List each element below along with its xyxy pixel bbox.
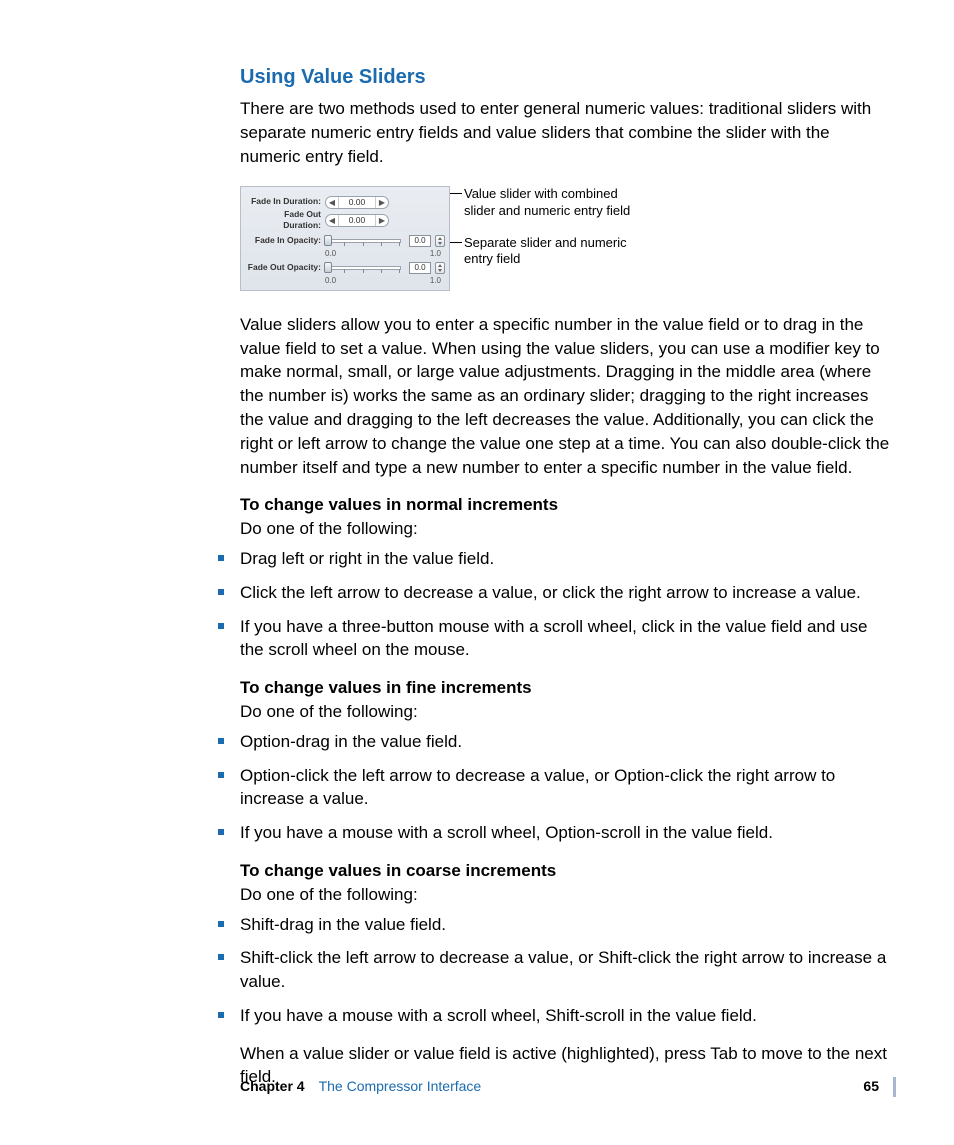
explanation-paragraph: Value sliders allow you to enter a speci…	[240, 313, 894, 480]
fade-out-duration-value[interactable]: 0.00	[338, 215, 376, 226]
figure-row: Fade In Duration: ◀ 0.00 ▶ Fade Out Dura…	[240, 186, 894, 290]
figure-callouts: Value slider with combined slider and nu…	[464, 186, 634, 277]
list-item: Click the left arrow to decrease a value…	[218, 581, 894, 605]
scale-max: 1.0	[430, 248, 441, 259]
slider-panel-figure: Fade In Duration: ◀ 0.00 ▶ Fade Out Dura…	[240, 186, 450, 290]
list-item: If you have a three-button mouse with a …	[218, 615, 894, 663]
callout-2-text: Separate slider and numeric entry field	[464, 235, 634, 268]
fine-increments-sub: Do one of the following:	[240, 702, 418, 721]
footer-chapter: Chapter 4	[240, 1077, 305, 1097]
coarse-increments-list: Shift-drag in the value field. Shift-cli…	[240, 913, 894, 1028]
arrow-right-icon[interactable]: ▶	[376, 197, 388, 208]
fade-in-duration-value-slider[interactable]: ◀ 0.00 ▶	[325, 196, 389, 209]
fade-out-opacity-label: Fade Out Opacity:	[245, 260, 325, 274]
fade-out-opacity-field[interactable]: 0.0	[409, 262, 431, 274]
fine-increments-list: Option-drag in the value field. Option-c…	[240, 730, 894, 845]
fade-out-opacity-slider[interactable]	[325, 266, 401, 270]
list-item: If you have a mouse with a scroll wheel,…	[218, 821, 894, 845]
footer-page-number: 65	[863, 1077, 879, 1097]
list-item: Shift-drag in the value field.	[218, 913, 894, 937]
fade-in-duration-value[interactable]: 0.00	[338, 197, 376, 208]
fade-in-opacity-slider[interactable]	[325, 239, 401, 243]
fade-in-opacity-stepper[interactable]	[435, 235, 445, 247]
list-item: If you have a mouse with a scroll wheel,…	[218, 1004, 894, 1028]
fade-out-opacity-stepper[interactable]	[435, 262, 445, 274]
slider-thumb-icon[interactable]	[324, 262, 332, 273]
fade-out-duration-value-slider[interactable]: ◀ 0.00 ▶	[325, 214, 389, 227]
slider-thumb-icon[interactable]	[324, 235, 332, 246]
intro-paragraph: There are two methods used to enter gene…	[240, 97, 894, 168]
footer-title: The Compressor Interface	[319, 1077, 482, 1097]
normal-increments-list: Drag left or right in the value field. C…	[240, 547, 894, 662]
arrow-left-icon[interactable]: ◀	[326, 197, 338, 208]
fade-out-duration-label: Fade Out Duration:	[245, 209, 325, 233]
callout-leader-line-icon	[450, 193, 462, 194]
coarse-increments-sub: Do one of the following:	[240, 885, 418, 904]
coarse-increments-heading: To change values in coarse increments	[240, 861, 556, 880]
scale-min: 0.0	[325, 275, 336, 286]
callout-leader-line-icon	[450, 242, 462, 243]
scale-max: 1.0	[430, 275, 441, 286]
scale-min: 0.0	[325, 248, 336, 259]
list-item: Option-click the left arrow to decrease …	[218, 764, 894, 812]
fade-in-opacity-field[interactable]: 0.0	[409, 235, 431, 247]
fade-in-opacity-label: Fade In Opacity:	[245, 233, 325, 247]
normal-increments-heading: To change values in normal increments	[240, 495, 558, 514]
normal-increments-sub: Do one of the following:	[240, 519, 418, 538]
arrow-left-icon[interactable]: ◀	[326, 215, 338, 226]
page-footer: Chapter 4 The Compressor Interface 65	[240, 1077, 896, 1097]
fine-increments-heading: To change values in fine increments	[240, 678, 532, 697]
list-item: Option-drag in the value field.	[218, 730, 894, 754]
arrow-right-icon[interactable]: ▶	[376, 215, 388, 226]
list-item: Shift-click the left arrow to decrease a…	[218, 946, 894, 994]
list-item: Drag left or right in the value field.	[218, 547, 894, 571]
fade-in-duration-label: Fade In Duration:	[245, 196, 325, 208]
callout-1-text: Value slider with combined slider and nu…	[464, 186, 634, 219]
section-heading: Using Value Sliders	[240, 63, 894, 91]
